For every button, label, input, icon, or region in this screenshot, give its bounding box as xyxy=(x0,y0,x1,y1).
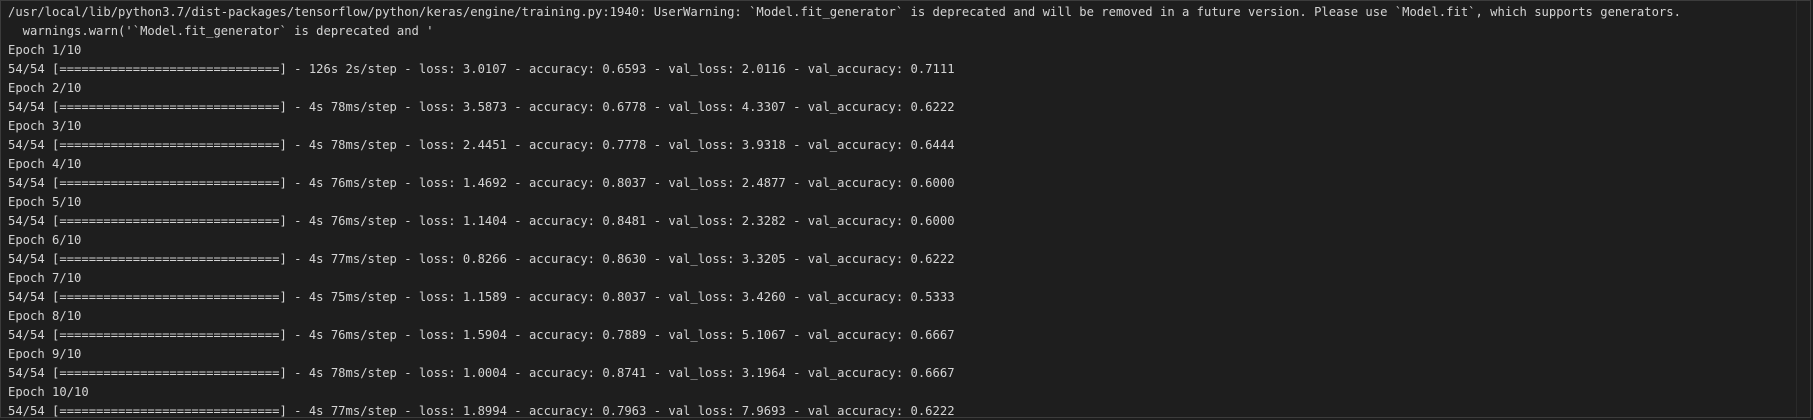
epoch-header-7: Epoch 7/10 xyxy=(8,271,82,285)
epoch-progress-2: 54/54 [==============================] -… xyxy=(8,100,955,114)
epoch-progress-4: 54/54 [==============================] -… xyxy=(8,176,955,190)
epoch-header-6: Epoch 6/10 xyxy=(8,233,82,247)
epoch-progress-8: 54/54 [==============================] -… xyxy=(8,328,955,342)
epoch-progress-7: 54/54 [==============================] -… xyxy=(8,290,955,304)
epoch-header-10: Epoch 10/10 xyxy=(8,385,89,399)
epoch-header-1: Epoch 1/10 xyxy=(8,43,82,57)
warning-source-line: warnings.warn('`Model.fit_generator` is … xyxy=(8,24,434,38)
epoch-header-3: Epoch 3/10 xyxy=(8,119,82,133)
vertical-scrollbar[interactable] xyxy=(1796,1,1810,417)
epoch-header-9: Epoch 9/10 xyxy=(8,347,82,361)
epoch-progress-3: 54/54 [==============================] -… xyxy=(8,138,955,152)
warning-line: /usr/local/lib/python3.7/dist-packages/t… xyxy=(8,5,1681,19)
epoch-header-4: Epoch 4/10 xyxy=(8,157,82,171)
epoch-header-2: Epoch 2/10 xyxy=(8,81,82,95)
output-panel[interactable]: /usr/local/lib/python3.7/dist-packages/t… xyxy=(0,0,1811,418)
epoch-header-5: Epoch 5/10 xyxy=(8,195,82,209)
output-text-area[interactable]: /usr/local/lib/python3.7/dist-packages/t… xyxy=(1,1,1796,417)
epoch-progress-6: 54/54 [==============================] -… xyxy=(8,252,955,266)
epoch-progress-9: 54/54 [==============================] -… xyxy=(8,366,955,380)
scrollbar-thumb[interactable] xyxy=(1800,3,1807,63)
epoch-progress-1: 54/54 [==============================] -… xyxy=(8,62,955,76)
epoch-progress-5: 54/54 [==============================] -… xyxy=(8,214,955,228)
epoch-progress-10: 54/54 [==============================] -… xyxy=(8,404,955,417)
epoch-header-8: Epoch 8/10 xyxy=(8,309,82,323)
